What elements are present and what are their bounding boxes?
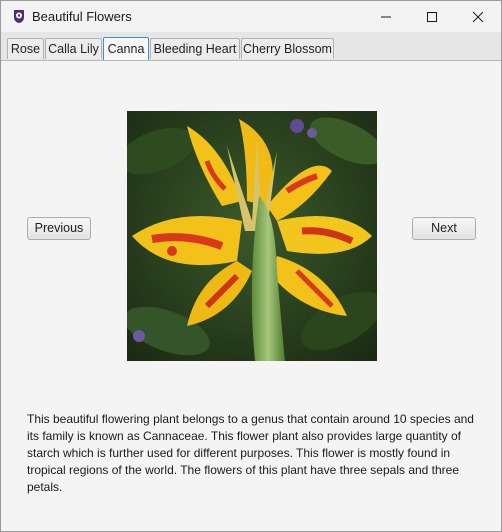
next-button[interactable]: Next [412, 217, 476, 240]
flower-app-icon [14, 10, 24, 23]
title-bar[interactable]: Beautiful Flowers [1, 1, 501, 32]
close-icon [472, 11, 484, 23]
flower-description: This beautiful flowering plant belongs t… [27, 412, 474, 494]
tab-bleeding-heart[interactable]: Bleeding Heart [150, 38, 240, 59]
window-title: Beautiful Flowers [32, 9, 132, 24]
app-window: Beautiful Flowers Rose Calla Lily Canna … [0, 0, 502, 532]
close-button[interactable] [455, 1, 501, 32]
minimize-button[interactable] [363, 1, 409, 32]
flower-tab-bar: Rose Calla Lily Canna Bleeding Heart Che… [1, 32, 501, 61]
minimize-icon [381, 16, 391, 18]
previous-button[interactable]: Previous [27, 217, 91, 240]
tab-rose[interactable]: Rose [7, 38, 44, 59]
tab-canna[interactable]: Canna [103, 37, 149, 60]
tab-calla-lily[interactable]: Calla Lily [45, 38, 102, 59]
maximize-button[interactable] [409, 1, 455, 32]
canna-flower-image [127, 111, 377, 361]
tab-cherry-blossom[interactable]: Cherry Blossom [241, 38, 334, 59]
flower-panel: Previous Next This beautiful flowering p… [1, 61, 501, 531]
maximize-icon [427, 12, 437, 22]
